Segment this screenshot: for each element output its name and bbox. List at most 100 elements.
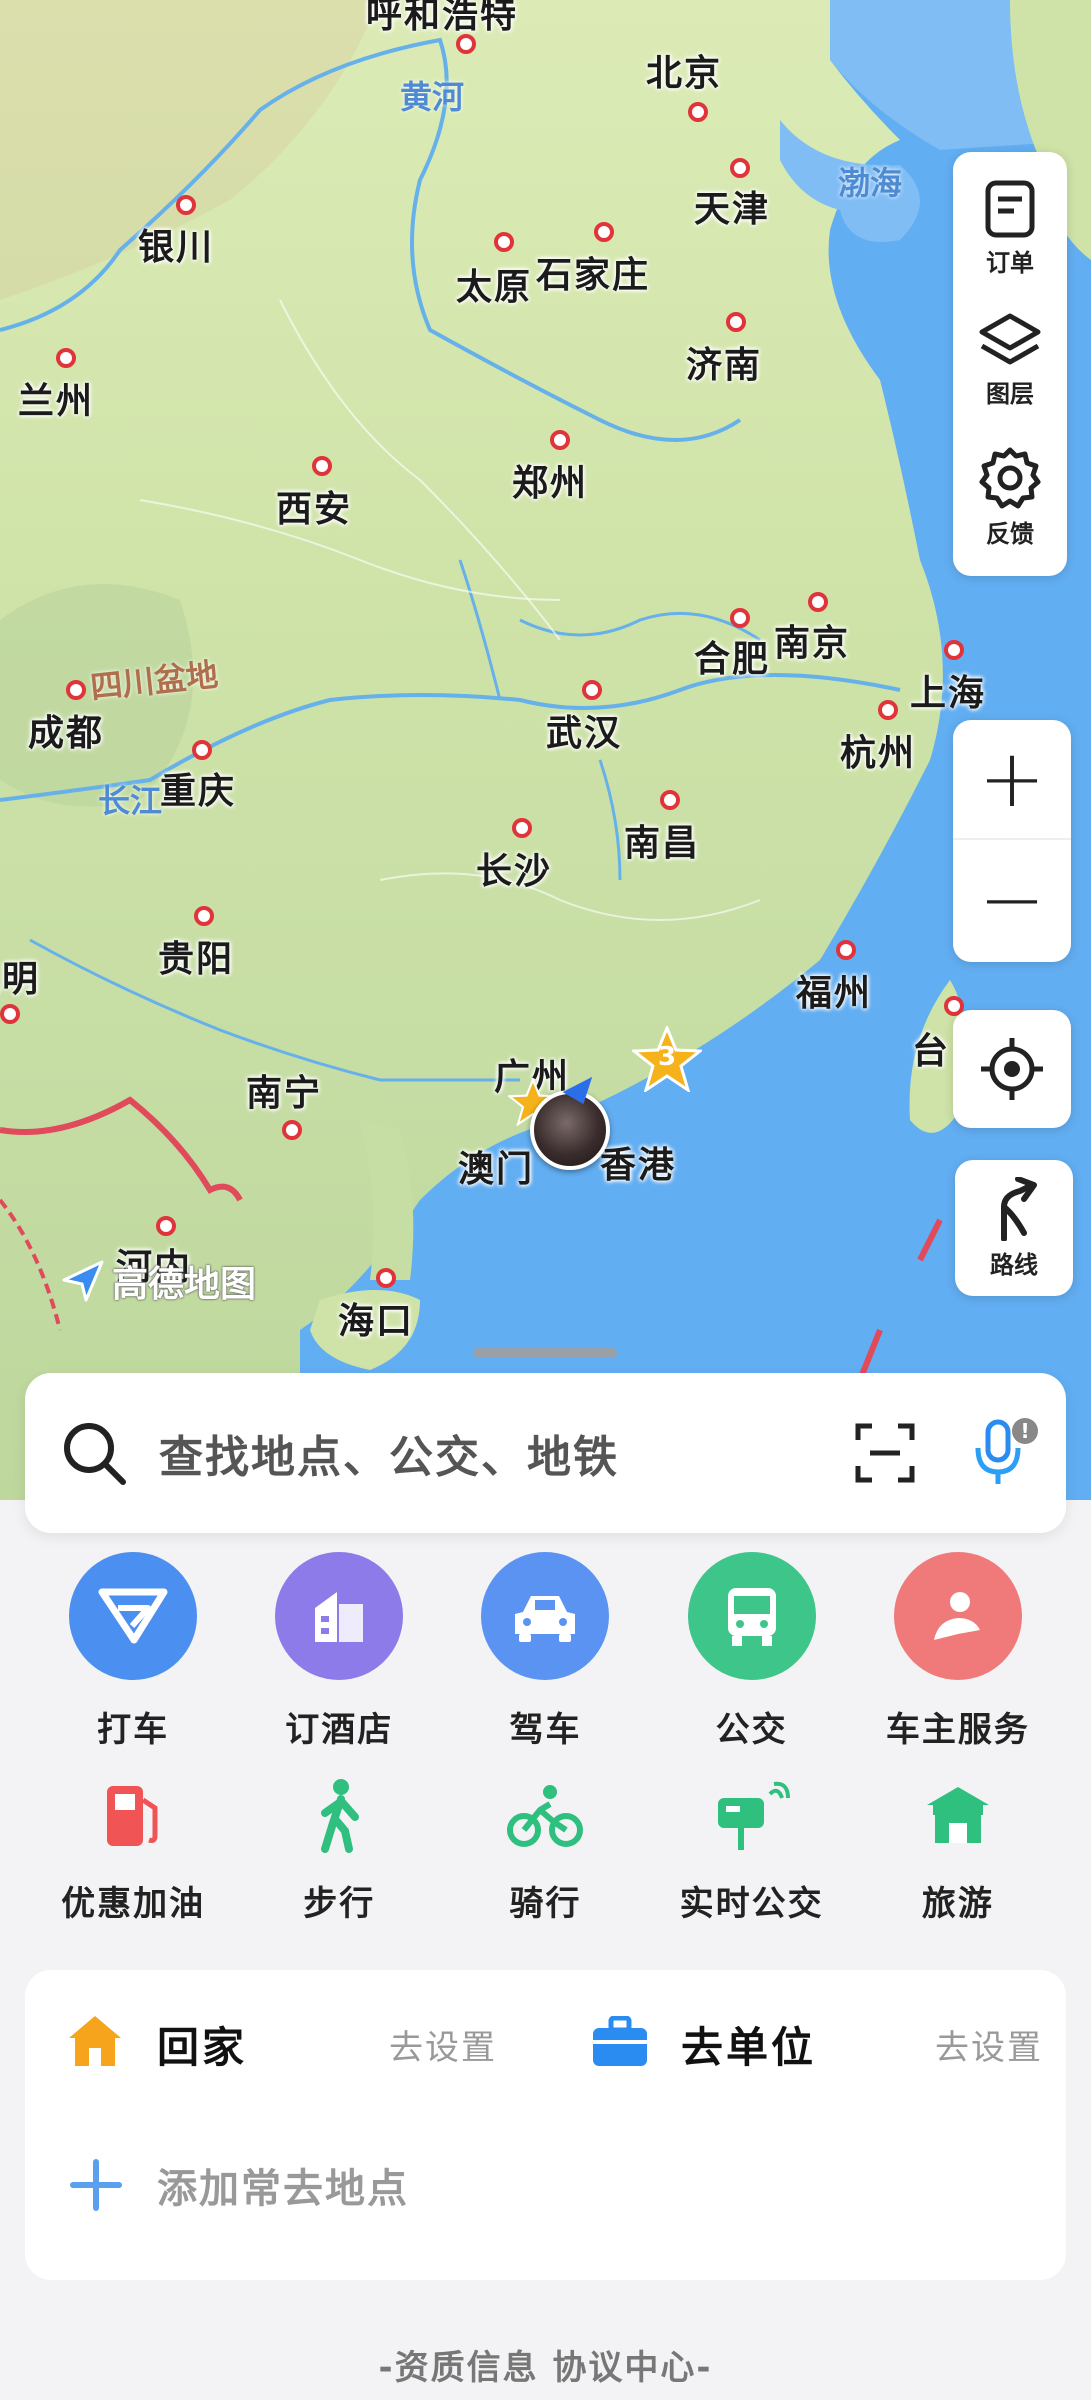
- zoom-out-button[interactable]: −: [953, 840, 1071, 960]
- city-dot[interactable]: [282, 1120, 302, 1140]
- city-dot[interactable]: [66, 680, 86, 700]
- home-icon: [69, 2016, 121, 2066]
- amap-logo-icon: [62, 1260, 104, 1302]
- star-badge-count: 3: [657, 1042, 677, 1072]
- zoom-panel: + −: [953, 720, 1071, 962]
- city-label-nanning[interactable]: 南宁: [246, 1064, 322, 1116]
- fuel-button[interactable]: 优惠加油: [33, 1770, 233, 1925]
- search-bar[interactable]: 查找地点、公交、地铁 !: [25, 1373, 1066, 1533]
- city-label-tianjin[interactable]: 天津: [694, 180, 770, 232]
- city-label-wuhan[interactable]: 武汉: [546, 704, 622, 756]
- locate-icon: [981, 1038, 1043, 1100]
- drive-button[interactable]: 驾车: [445, 1552, 645, 1751]
- star-badge-icon[interactable]: 3: [629, 1024, 705, 1094]
- city-label-changsha[interactable]: 长沙: [476, 842, 552, 894]
- city-label-macau[interactable]: 澳门: [458, 1140, 534, 1192]
- search-input[interactable]: 查找地点、公交、地铁: [159, 1421, 854, 1485]
- drag-handle[interactable]: [473, 1348, 617, 1358]
- layers-button[interactable]: 图层: [953, 290, 1067, 428]
- city-dot[interactable]: [582, 680, 602, 700]
- city-label-nanchang[interactable]: 南昌: [624, 814, 700, 866]
- city-label-nanjing[interactable]: 南京: [774, 614, 850, 666]
- city-label-zhengzhou[interactable]: 郑州: [512, 454, 588, 506]
- home-set-link[interactable]: 去设置: [389, 2020, 497, 2069]
- city-dot[interactable]: [594, 222, 614, 242]
- work-item[interactable]: 去单位 去设置: [545, 1970, 1066, 2110]
- city-dot[interactable]: [878, 700, 898, 720]
- services-row-primary: 打车 订酒店 驾车 公交 车主服务: [0, 1552, 1091, 1751]
- home-item[interactable]: 回家 去设置: [25, 1970, 545, 2110]
- bus-icon: [687, 1552, 816, 1680]
- car-owner-service-button[interactable]: 车主服务: [858, 1552, 1058, 1751]
- city-dot[interactable]: [156, 1216, 176, 1236]
- city-dot[interactable]: [660, 790, 680, 810]
- city-label-lanzhou[interactable]: 兰州: [18, 372, 94, 424]
- city-label-jinan[interactable]: 济南: [686, 336, 762, 388]
- city-dot[interactable]: [0, 1004, 20, 1024]
- taxi-label: 打车: [97, 1710, 170, 1750]
- city-label-hongkong[interactable]: 香港: [600, 1136, 676, 1188]
- services-row-secondary: 优惠加油 步行 骑行 实时公交 旅游: [0, 1770, 1091, 1925]
- city-label-chongqing[interactable]: 重庆: [160, 762, 236, 814]
- walk-icon: [294, 1770, 384, 1860]
- city-dot[interactable]: [726, 312, 746, 332]
- scan-icon: [855, 1423, 915, 1483]
- orders-button[interactable]: 订单: [953, 152, 1067, 290]
- city-label-shijiazhuang[interactable]: 石家庄: [536, 246, 650, 298]
- footer-links[interactable]: -资质信息 协议中心-: [0, 2340, 1091, 2389]
- feedback-button[interactable]: 反馈: [953, 428, 1067, 566]
- cycling-label: 骑行: [509, 1884, 582, 1924]
- locate-button[interactable]: [953, 1010, 1071, 1128]
- city-dot[interactable]: [730, 158, 750, 178]
- city-label-taiwan[interactable]: 台: [912, 1022, 950, 1074]
- voice-button[interactable]: !: [970, 1418, 1038, 1488]
- city-label-beijing[interactable]: 北京: [646, 44, 722, 96]
- city-label-xian[interactable]: 西安: [276, 480, 352, 532]
- city-label-yinchuan[interactable]: 银川: [138, 218, 214, 270]
- city-label-guiyang[interactable]: 贵阳: [158, 930, 234, 982]
- city-dot[interactable]: [944, 640, 964, 660]
- map-view[interactable]: 呼和浩特 北京 天津 银川 太原 石家庄 济南 兰州 西安 郑州 合肥 南京 上…: [0, 0, 1091, 1500]
- route-button[interactable]: 路线: [955, 1160, 1073, 1296]
- hotel-button[interactable]: 订酒店: [239, 1552, 439, 1751]
- bus-label: 公交: [715, 1710, 788, 1750]
- city-label-chengdu[interactable]: 成都: [28, 704, 104, 756]
- city-dot[interactable]: [512, 818, 532, 838]
- add-place-item[interactable]: 添加常去地点: [25, 2120, 1066, 2250]
- travel-button[interactable]: 旅游: [858, 1770, 1058, 1925]
- walk-button[interactable]: 步行: [239, 1770, 439, 1925]
- city-dot[interactable]: [494, 232, 514, 252]
- zoom-in-button[interactable]: +: [953, 720, 1071, 840]
- layers-icon: [979, 313, 1041, 364]
- yellow-river-label: 黄河: [400, 78, 465, 116]
- city-dot[interactable]: [312, 456, 332, 476]
- city-label-haikou[interactable]: 海口: [338, 1292, 414, 1344]
- city-dot[interactable]: [56, 348, 76, 368]
- favorite-places-card: 回家 去设置 去单位 去设置 添加常去地点: [25, 1970, 1066, 2280]
- taxi-button[interactable]: 打车: [33, 1552, 233, 1751]
- realtime-bus-button[interactable]: 实时公交: [652, 1770, 852, 1925]
- bicycle-icon: [500, 1770, 590, 1860]
- city-label-kunming[interactable]: 昆明: [0, 950, 40, 1002]
- cycling-button[interactable]: 骑行: [445, 1770, 645, 1925]
- city-dot[interactable]: [808, 592, 828, 612]
- city-label-huhehaote[interactable]: 呼和浩特: [366, 0, 518, 38]
- user-location-avatar[interactable]: [530, 1090, 610, 1170]
- work-set-link[interactable]: 去设置: [935, 2020, 1043, 2069]
- city-dot[interactable]: [194, 906, 214, 926]
- city-label-hefei[interactable]: 合肥: [694, 630, 770, 682]
- hotel-label: 订酒店: [285, 1710, 394, 1750]
- city-label-shanghai[interactable]: 上海: [910, 664, 986, 716]
- city-dot[interactable]: [176, 195, 196, 215]
- city-dot[interactable]: [192, 740, 212, 760]
- city-label-hangzhou[interactable]: 杭州: [840, 724, 916, 776]
- city-label-taiyuan[interactable]: 太原: [456, 258, 532, 310]
- city-dot[interactable]: [550, 430, 570, 450]
- city-dot[interactable]: [730, 608, 750, 628]
- city-dot[interactable]: [688, 102, 708, 122]
- city-dot[interactable]: [836, 940, 856, 960]
- city-label-fuzhou[interactable]: 福州: [796, 964, 872, 1016]
- bus-button[interactable]: 公交: [652, 1552, 852, 1751]
- city-dot[interactable]: [376, 1268, 396, 1288]
- notification-dot: !: [1012, 1418, 1038, 1444]
